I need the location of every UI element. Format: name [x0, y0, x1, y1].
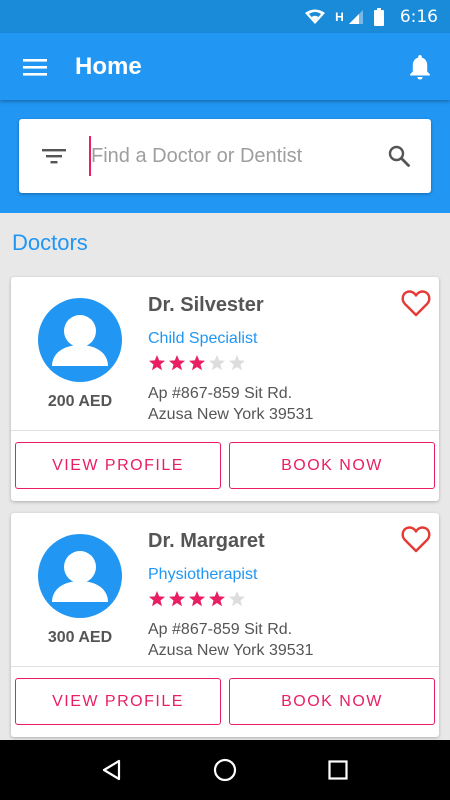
favorite-button[interactable]: [399, 286, 433, 320]
star-filled-icon: [189, 355, 205, 371]
home-button[interactable]: [195, 740, 255, 800]
menu-icon: [23, 58, 47, 76]
search-box: [19, 119, 431, 193]
book-now-button[interactable]: BOOK NOW: [229, 678, 435, 725]
heart-icon: [401, 526, 431, 553]
search-area: [0, 100, 450, 213]
star-empty-icon: [209, 355, 225, 371]
view-profile-button[interactable]: VIEW PROFILE: [15, 678, 221, 725]
bell-icon: [410, 54, 430, 80]
star-filled-icon: [169, 591, 185, 607]
avatar: [38, 534, 122, 618]
doctor-card[interactable]: 300 AED Dr. Margaret Physiotherapist Ap …: [11, 513, 439, 737]
page-title: Home: [75, 52, 142, 80]
search-icon: [388, 145, 410, 167]
battery-icon: [373, 7, 384, 26]
recents-button[interactable]: [308, 740, 368, 800]
star-filled-icon: [209, 591, 225, 607]
address-line-2: Azusa New York 39531: [148, 642, 314, 659]
star-filled-icon: [149, 355, 165, 371]
heart-icon: [401, 290, 431, 317]
person-icon: [52, 315, 108, 366]
status-time: 6:16: [399, 6, 438, 27]
favorite-button[interactable]: [399, 522, 433, 556]
network-type-label: H: [335, 9, 344, 24]
address-line-2: Azusa New York 39531: [148, 406, 314, 423]
star-filled-icon: [169, 355, 185, 371]
signal-icon: [348, 9, 364, 25]
divider: [11, 666, 439, 667]
rating-stars: [148, 590, 246, 608]
search-button[interactable]: [367, 119, 431, 193]
back-icon: [102, 759, 120, 781]
wifi-icon: [305, 9, 326, 25]
app-bar: Home: [0, 33, 450, 100]
system-nav-bar: [0, 740, 450, 800]
doctor-specialty: Child Specialist: [148, 330, 258, 347]
doctor-address: Ap #867-859 Sit Rd. Azusa New York 39531: [148, 619, 313, 661]
rating-stars: [148, 354, 246, 372]
book-now-button[interactable]: BOOK NOW: [229, 442, 435, 489]
doctor-price: 200 AED: [47, 393, 113, 410]
doctor-card[interactable]: 200 AED Dr. Silvester Child Specialist A…: [11, 277, 439, 501]
star-filled-icon: [189, 591, 205, 607]
star-filled-icon: [149, 591, 165, 607]
view-profile-button[interactable]: VIEW PROFILE: [15, 442, 221, 489]
notifications-button[interactable]: [390, 33, 450, 100]
status-bar: H 6:16: [0, 0, 450, 33]
star-empty-icon: [229, 591, 245, 607]
section-title: Doctors: [12, 230, 88, 255]
address-line-1: Ap #867-859 Sit Rd.: [148, 385, 293, 402]
divider: [11, 430, 439, 431]
search-input[interactable]: [89, 136, 367, 176]
filter-icon: [42, 149, 66, 164]
star-empty-icon: [229, 355, 245, 371]
back-button[interactable]: [82, 740, 142, 800]
avatar: [38, 298, 122, 382]
doctor-specialty: Physiotherapist: [148, 566, 258, 583]
doctor-address: Ap #867-859 Sit Rd. Azusa New York 39531: [148, 383, 313, 425]
doctor-name: Dr. Silvester: [148, 294, 264, 316]
home-icon: [213, 758, 237, 782]
filter-button[interactable]: [19, 119, 89, 193]
person-icon: [52, 551, 108, 602]
address-line-1: Ap #867-859 Sit Rd.: [148, 621, 293, 638]
doctor-name: Dr. Margaret: [148, 530, 265, 552]
doctor-price: 300 AED: [47, 629, 113, 646]
recents-icon: [328, 760, 348, 780]
menu-button[interactable]: [0, 33, 70, 100]
